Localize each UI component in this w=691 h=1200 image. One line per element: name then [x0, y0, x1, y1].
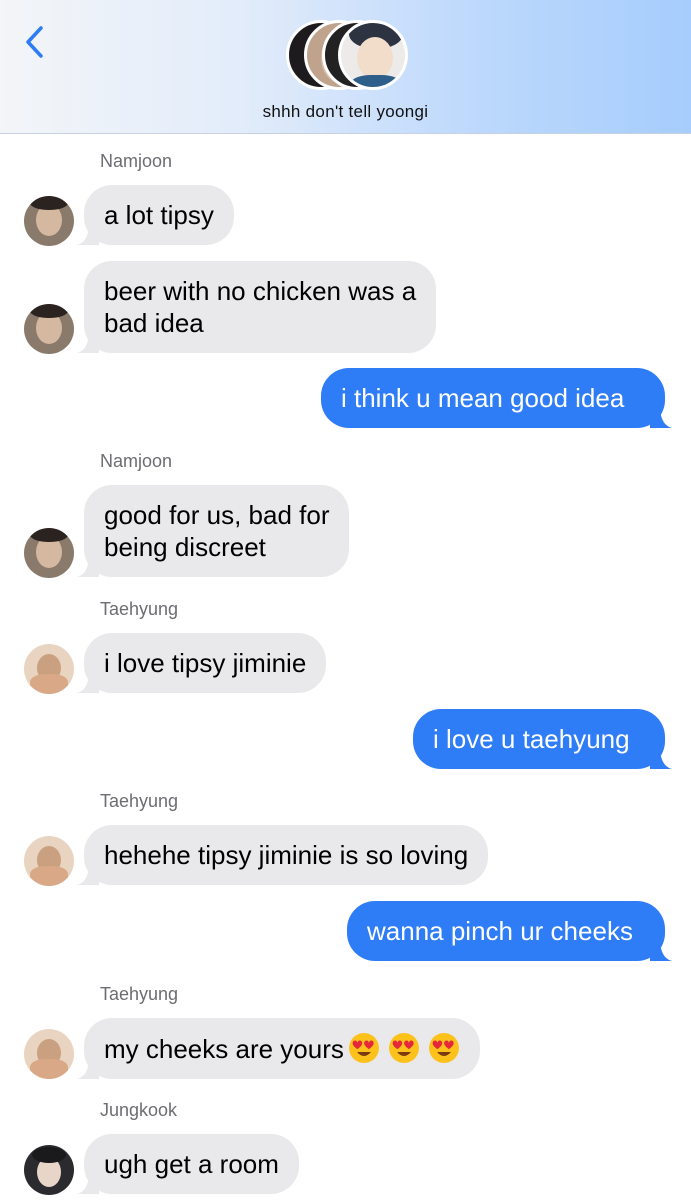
- heart-eyes-emoji-icon: [348, 1033, 379, 1063]
- chevron-left-icon: [26, 26, 43, 58]
- bubble-tail: [77, 1172, 99, 1194]
- avatar[interactable]: [24, 836, 74, 886]
- conversation-header: shhh don't tell yoongi: [0, 0, 691, 134]
- message-text: my cheeks are yours: [104, 1034, 344, 1064]
- sender-name: Jungkook: [100, 1100, 178, 1120]
- group-avatar-stack[interactable]: [286, 20, 408, 90]
- message-text-line: beer with no chicken was a: [104, 276, 417, 306]
- bubble-tail: [77, 555, 99, 577]
- message-text: i think u mean good idea: [341, 383, 625, 413]
- sender-name: Taehyung: [100, 791, 179, 811]
- bubble-tail: [77, 863, 99, 885]
- message-bubble-incoming[interactable]: i love tipsy jiminie: [77, 633, 327, 693]
- bubble-tail: [650, 939, 672, 961]
- avatar[interactable]: [24, 304, 74, 354]
- message-text-line: bad idea: [104, 308, 204, 338]
- message-bubble-incoming[interactable]: ugh get a room: [77, 1134, 299, 1194]
- message-bubble-incoming[interactable]: a lot tipsy: [77, 185, 234, 245]
- avatar[interactable]: [24, 528, 74, 578]
- group-name[interactable]: shhh don't tell yoongi: [0, 102, 691, 122]
- message-text: wanna pinch ur cheeks: [367, 916, 633, 946]
- message-bubble-outgoing[interactable]: i think u mean good idea: [321, 368, 672, 428]
- bubble-tail: [77, 331, 99, 353]
- message-text: hehehe tipsy jiminie is so loving: [104, 840, 469, 870]
- avatar[interactable]: [24, 196, 74, 246]
- message-bubble-outgoing[interactable]: wanna pinch ur cheeks: [347, 901, 672, 961]
- avatar[interactable]: [24, 1029, 74, 1079]
- bubble-tail: [77, 671, 99, 693]
- sender-name: Namjoon: [100, 451, 173, 471]
- group-member-avatar: [338, 20, 408, 90]
- bubble-tail: [77, 1057, 99, 1079]
- message-bubble-outgoing[interactable]: i love u taehyung: [413, 709, 672, 769]
- avatar[interactable]: [24, 1145, 74, 1195]
- heart-eyes-emoji-icon: [428, 1033, 459, 1063]
- message-text: i love tipsy jiminie: [104, 648, 307, 678]
- message-bubble-incoming[interactable]: hehehe tipsy jiminie is so loving: [77, 825, 489, 885]
- message-text: a lot tipsy: [104, 200, 214, 230]
- bubble-tail: [77, 223, 99, 245]
- message-bubble-incoming[interactable]: my cheeks are yours: [77, 1018, 480, 1079]
- back-button[interactable]: [14, 20, 54, 64]
- message-text: ugh get a room: [104, 1149, 279, 1179]
- sender-name: Taehyung: [100, 984, 179, 1004]
- sender-name: Namjoon: [100, 151, 173, 171]
- bubble-tail: [650, 747, 672, 769]
- message-text-line: being discreet: [104, 532, 266, 562]
- heart-eyes-emoji-icon: [388, 1033, 419, 1063]
- sender-name: Taehyung: [100, 599, 179, 619]
- message-bubble-incoming[interactable]: beer with no chicken was a bad idea: [77, 261, 437, 353]
- message-text: i love u taehyung: [433, 724, 630, 754]
- message-text-line: good for us, bad for: [104, 500, 330, 530]
- message-bubble-incoming[interactable]: good for us, bad for being discreet: [77, 485, 350, 577]
- avatar[interactable]: [24, 644, 74, 694]
- bubble-tail: [650, 406, 672, 428]
